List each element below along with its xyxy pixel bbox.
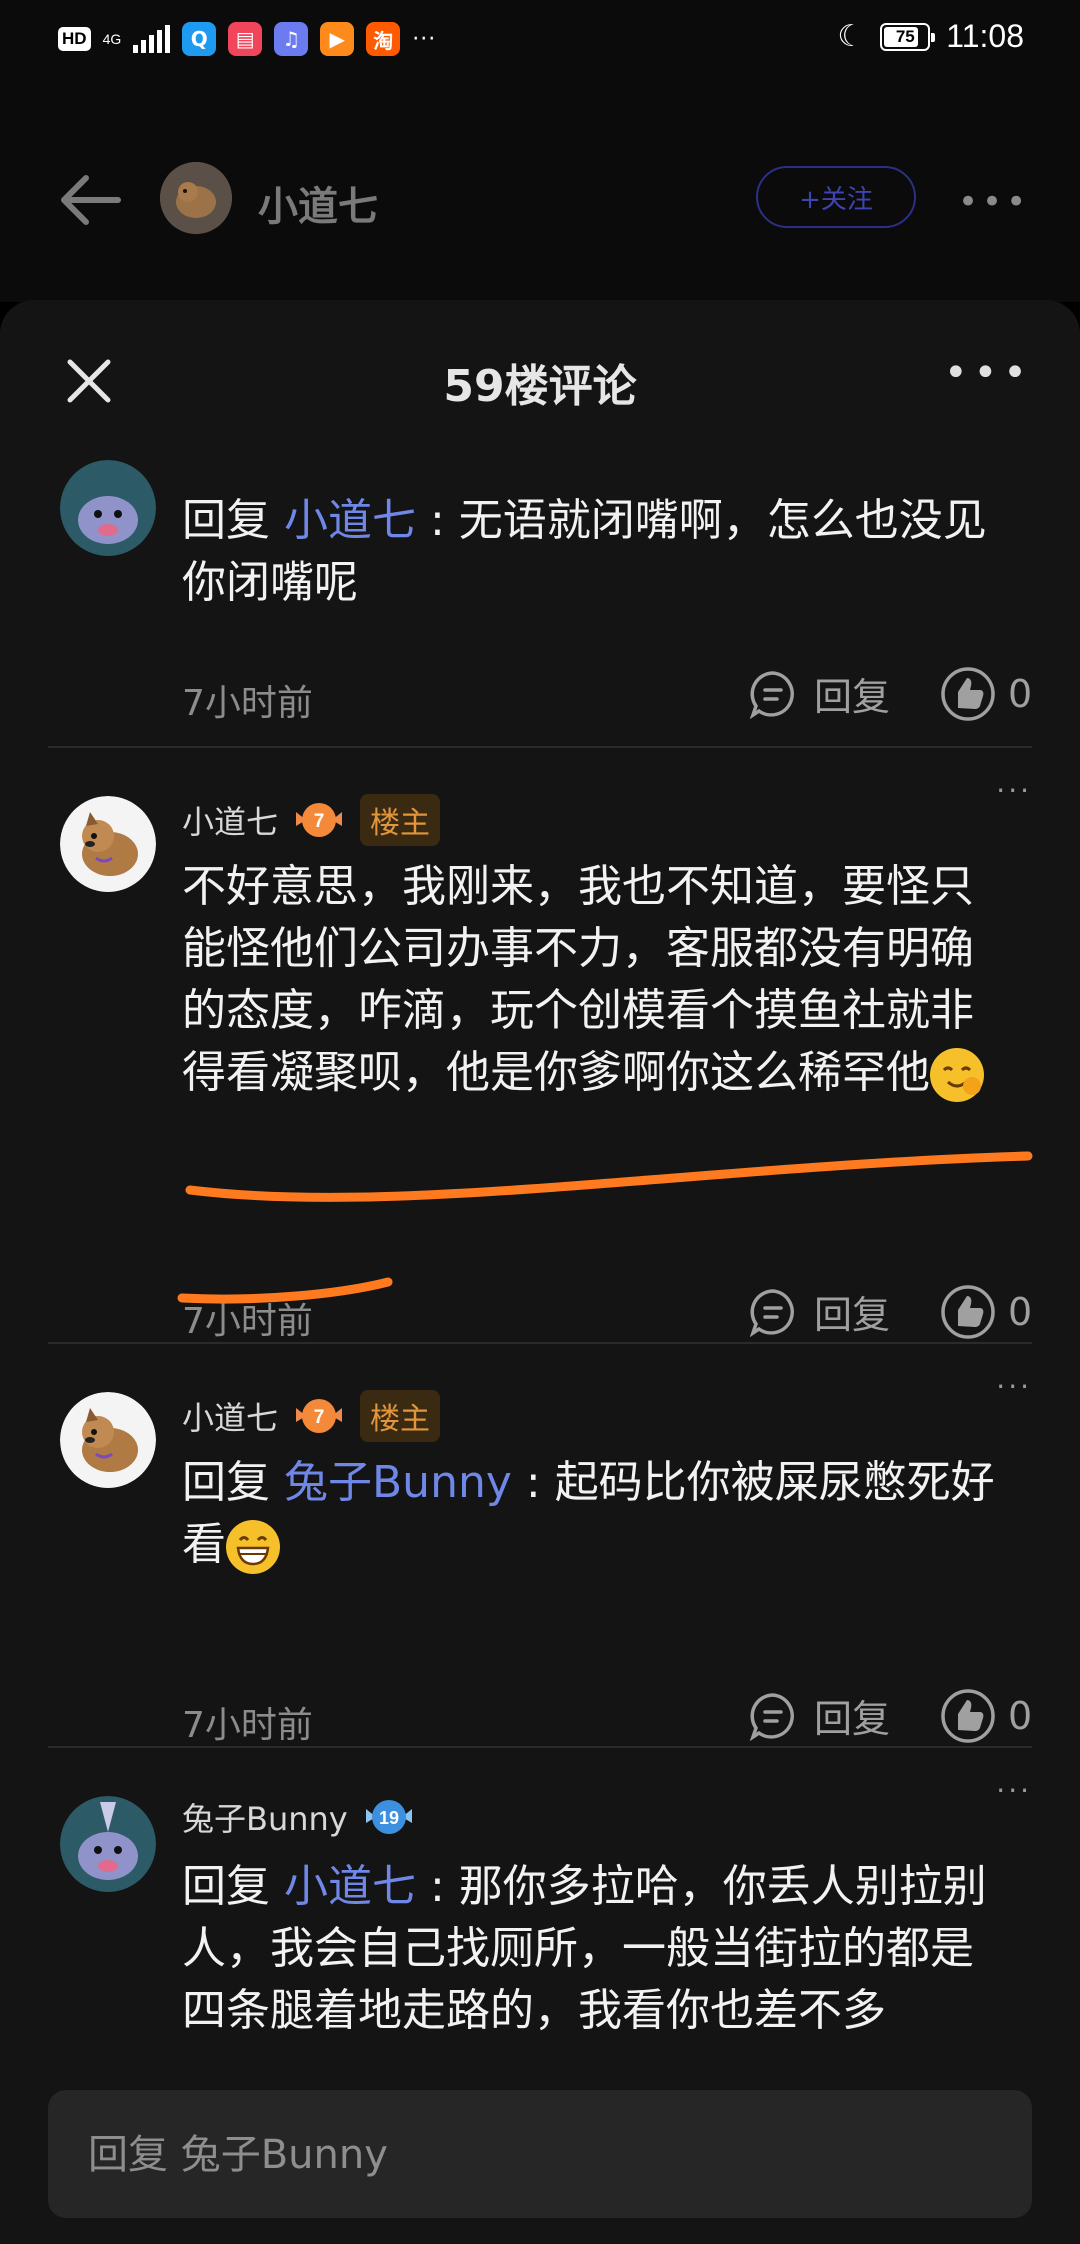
hd-icon: HD: [58, 27, 91, 51]
comment-meta: 7小时前 回复 0: [182, 1688, 1032, 1748]
comment-text: 回复 小道七 : 无语就闭嘴啊，怎么也没见你闭嘴呢: [182, 495, 987, 608]
svg-text:19: 19: [379, 1808, 399, 1828]
svg-text:7: 7: [314, 811, 325, 832]
signal-icon: [133, 25, 171, 53]
clock: 11:08: [946, 18, 1024, 54]
shy-face-emoji-icon: [930, 1048, 984, 1102]
comment-text: 回复 兔子Bunny : 起码比你被屎尿憋死好看: [182, 1452, 1012, 1576]
taobao-app-icon: 淘: [366, 22, 401, 56]
reply-icon: [749, 1288, 794, 1337]
like-button[interactable]: 0: [940, 1688, 1032, 1744]
list-item: 兔子Bunny 19 ··· 回复 小道七 : 那你多拉哈，你丢人别拉别人，我会…: [0, 1746, 1080, 2038]
mention-link[interactable]: 小道七: [284, 1861, 416, 1912]
back-arrow-icon[interactable]: [54, 170, 124, 230]
follow-button[interactable]: +关注: [756, 166, 916, 228]
status-right: ☾ 75 11:08: [837, 18, 1024, 55]
comment-time: 7小时前: [182, 1301, 313, 1342]
svg-text:7: 7: [314, 1407, 325, 1428]
post-header: 小道七 +关注 •••: [0, 82, 1080, 302]
comment-more-icon[interactable]: ···: [996, 774, 1032, 807]
avatar[interactable]: [60, 796, 156, 892]
owner-tag: 楼主: [360, 794, 441, 846]
comment-list: 回复 小道七 : 无语就闭嘴啊，怎么也没见你闭嘴呢 7小时前 回复 0 小道七: [0, 450, 1080, 2038]
more-notifications-icon: ···: [412, 26, 437, 52]
comment-time: 7小时前: [182, 683, 313, 724]
reply-input[interactable]: [86, 2090, 990, 2220]
search-app-icon: Q: [182, 22, 217, 56]
owner-tag: 楼主: [360, 1390, 441, 1442]
reply-button[interactable]: 回复: [748, 1688, 890, 1743]
comment-text: 不好意思，我刚来，我也不知道，要怪只能怪他们公司办事不力，客服都没有明确的态度，…: [182, 856, 1012, 1104]
comment-author[interactable]: 兔子Bunny: [182, 1794, 348, 1840]
comment-author-row: 小道七 7 楼主: [182, 794, 441, 846]
thumbs-up-icon: [941, 1689, 995, 1743]
battery-icon: 75: [880, 22, 936, 51]
list-item: 小道七 7 楼主 ··· 不好意思，我刚来，我也不知道，要怪只能怪他们公司办事不…: [0, 746, 1080, 1342]
grinning-face-emoji-icon: [226, 1520, 280, 1574]
reply-icon: [749, 1692, 794, 1741]
video-app-icon: ▶: [320, 22, 355, 56]
avatar[interactable]: [60, 460, 156, 556]
thumbs-up-icon: [941, 667, 995, 721]
comment-author[interactable]: 小道七: [182, 1393, 278, 1439]
level-badge-icon: 7: [296, 1399, 343, 1433]
reply-icon: [749, 670, 794, 719]
sheet-more-icon[interactable]: •••: [944, 350, 1033, 396]
like-button[interactable]: 0: [940, 666, 1032, 722]
network-type: 4G: [102, 31, 122, 47]
comment-meta: 7小时前 回复 0: [182, 1284, 1032, 1344]
comment-more-icon[interactable]: ···: [996, 1370, 1032, 1403]
comment-sheet: 59楼评论 ••• 回复 小道七 : 无语就闭嘴啊，怎么也没见你闭嘴呢 7小时前…: [0, 300, 1080, 2244]
comment-author-row: 小道七 7 楼主: [182, 1390, 441, 1442]
more-options-icon[interactable]: •••: [958, 182, 1030, 222]
comment-meta: 7小时前 回复 0: [182, 666, 1032, 726]
book-app-icon: ▤: [228, 22, 263, 56]
music-app-icon: ♫: [274, 22, 309, 56]
mention-link[interactable]: 小道七: [284, 495, 416, 546]
comment-text: 回复 小道七 : 那你多拉哈，你丢人别拉别人，我会自己找厕所，一般当街拉的都是四…: [182, 1861, 987, 2036]
comment-more-icon[interactable]: ···: [996, 1774, 1032, 1807]
level-badge-icon: 7: [296, 803, 343, 837]
sheet-header: 59楼评论 •••: [0, 300, 1080, 450]
comment-author[interactable]: 小道七: [182, 797, 278, 843]
sheet-title: 59楼评论: [443, 361, 637, 412]
comment-time: 7小时前: [182, 1705, 313, 1746]
battery-level: 75: [895, 26, 915, 46]
comment-author-row: 兔子Bunny 19: [182, 1794, 416, 1840]
level-badge-icon: 19: [365, 1800, 412, 1834]
author-name[interactable]: 小道七: [258, 174, 378, 232]
reply-button[interactable]: 回复: [748, 1284, 890, 1339]
list-item: 回复 小道七 : 无语就闭嘴啊，怎么也没见你闭嘴呢 7小时前 回复 0: [0, 450, 1080, 760]
like-button[interactable]: 0: [940, 1284, 1032, 1340]
author-avatar[interactable]: [160, 162, 232, 234]
status-left: HD 4G Q ▤ ♫ ▶ 淘 ···: [58, 22, 436, 56]
list-item: 小道七 7 楼主 ··· 回复 兔子Bunny : 起码比你被屎尿憋死好看 7小…: [0, 1342, 1080, 1746]
moon-icon: ☾: [837, 19, 865, 54]
reply-button[interactable]: 回复: [748, 666, 890, 721]
avatar[interactable]: [60, 1796, 156, 1892]
mention-link[interactable]: 兔子Bunny: [284, 1457, 512, 1508]
status-bar: HD 4G Q ▤ ♫ ▶ 淘 ··· ☾ 75 11:08: [0, 0, 1080, 82]
reply-bar: [48, 2090, 1032, 2220]
avatar[interactable]: [60, 1392, 156, 1488]
thumbs-up-icon: [941, 1285, 995, 1339]
